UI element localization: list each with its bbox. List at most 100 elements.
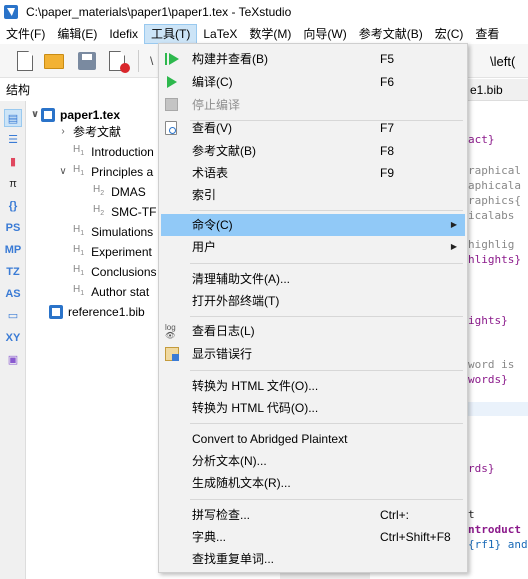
tree-item-reference1-bib[interactable]: reference1.bib	[49, 302, 145, 322]
tz-icon[interactable]: TZ	[4, 263, 22, 281]
menu-item-random-text[interactable]: 生成随机文本(R)...	[161, 472, 465, 494]
window-title: C:\paper_materials\paper1\paper1.tex - T…	[26, 5, 292, 19]
build-view-icon	[165, 52, 179, 66]
tex-file-icon	[49, 305, 63, 319]
structure-panel-title: 结构	[0, 79, 160, 101]
menu-wizards[interactable]: 向导(W)	[297, 24, 352, 44]
tree-item-references[interactable]: › 参考文献	[57, 122, 121, 142]
pi-icon[interactable]: π	[4, 175, 22, 193]
tree-item-label: Principles a	[91, 165, 154, 179]
code-line: act}	[468, 133, 495, 146]
bookmark-icon[interactable]: ▮	[4, 153, 22, 171]
menu-item-stop-compile[interactable]: 停止编译	[161, 94, 465, 116]
macro-icon[interactable]: ▣	[4, 351, 22, 369]
braces-icon[interactable]: {}	[4, 197, 22, 215]
save-button[interactable]	[76, 50, 98, 72]
menu-item-show-error-line[interactable]: 显示错误行	[161, 343, 465, 365]
view-icon	[165, 121, 179, 135]
menu-separator	[190, 370, 463, 371]
menu-bar: 文件(F) 编辑(E) Idefix 工具(T) LaTeX 数学(M) 向导(…	[0, 24, 528, 44]
menu-item-user[interactable]: 用户 ▶	[161, 236, 465, 258]
as-icon[interactable]: AS	[4, 285, 22, 303]
menu-item-view[interactable]: 查看(V) F7	[161, 117, 465, 139]
menu-item-dictionary[interactable]: 字典... Ctrl+Shift+F8	[161, 526, 465, 548]
ps-icon[interactable]: PS	[4, 219, 22, 237]
tex-file-icon	[41, 108, 55, 122]
new-file-button[interactable]	[14, 50, 36, 72]
menu-math[interactable]: 数学(M)	[243, 24, 297, 44]
menu-bibliography[interactable]: 参考文献(B)	[353, 24, 429, 44]
code-line: ntroduct	[468, 523, 521, 536]
menu-edit[interactable]: 编辑(E)	[51, 24, 103, 44]
menu-item-convert-plaintext[interactable]: Convert to Abridged Plaintext	[161, 428, 465, 450]
error-line-icon	[165, 347, 179, 361]
menu-item-find-duplicate-words[interactable]: 查找重复单词...	[161, 548, 465, 570]
tree-item-conclusions[interactable]: H1 Conclusions	[73, 262, 157, 282]
menu-separator	[190, 499, 463, 500]
menu-item-commands[interactable]: 命令(C) ▶	[161, 214, 465, 236]
menu-idefix[interactable]: Idefix	[103, 24, 144, 44]
monitor-icon[interactable]: ▭	[4, 307, 22, 325]
mp-icon[interactable]: MP	[4, 241, 22, 259]
tree-item-introduction[interactable]: H1 Introduction	[73, 142, 154, 162]
current-line-highlight	[468, 402, 528, 416]
tree-item-dmas[interactable]: H2 DMAS	[93, 182, 146, 202]
tree-item-label: DMAS	[111, 185, 146, 199]
save-disk-icon	[78, 52, 96, 70]
compile-play-icon	[165, 75, 179, 89]
menu-item-open-terminal[interactable]: 打开外部终端(T)	[161, 290, 465, 312]
menu-item-clean-aux[interactable]: 清理辅助文件(A)...	[161, 268, 465, 290]
tree-item-experiment[interactable]: H1 Experiment	[73, 242, 152, 262]
xy-icon[interactable]: XY	[4, 329, 22, 347]
menu-item-analyze-text[interactable]: 分析文本(N)...	[161, 450, 465, 472]
code-line: aphicala	[468, 179, 521, 192]
menu-item-index[interactable]: 索引	[161, 184, 465, 206]
structure-icon[interactable]: ▤	[4, 109, 22, 127]
close-file-button[interactable]	[106, 51, 130, 73]
editor-tab-reference1-bib[interactable]: e1.bib	[468, 79, 528, 101]
menu-latex[interactable]: LaTeX	[197, 24, 243, 44]
tree-item-label: Experiment	[91, 245, 152, 259]
title-bar: C:\paper_materials\paper1\paper1.tex - T…	[0, 0, 528, 24]
toolbar-fragment[interactable]: \	[150, 54, 153, 68]
open-file-button[interactable]	[44, 50, 66, 72]
menu-macros[interactable]: 宏(C)	[429, 24, 470, 44]
chevron-right-icon[interactable]: ›	[57, 122, 69, 142]
tree-item-label: SMC-TF	[111, 205, 157, 219]
structure-tree: ∨ paper1.tex › 参考文献 H1 Introduction ∨ H1…	[27, 101, 160, 579]
menu-file[interactable]: 文件(F)	[0, 24, 51, 44]
submenu-arrow-icon: ▶	[450, 220, 457, 229]
menu-item-build-and-view[interactable]: 构建并查看(B) F5	[161, 48, 465, 70]
chevron-down-icon[interactable]: ∨	[57, 162, 69, 182]
toolbar-separator	[138, 50, 139, 72]
tree-item-smc-tf[interactable]: H2 SMC-TF	[93, 202, 156, 222]
tree-item-author-statement[interactable]: H1 Author stat	[73, 282, 149, 302]
menu-item-spellcheck[interactable]: 拼写检查... Ctrl+:	[161, 504, 465, 526]
menu-item-convert-html-code[interactable]: 转换为 HTML 代码(O)...	[161, 397, 465, 419]
red-close-icon	[120, 63, 130, 73]
new-document-icon	[17, 51, 33, 71]
menu-view[interactable]: 查看	[469, 24, 505, 44]
toc-icon[interactable]: ☰	[4, 131, 22, 149]
menu-separator	[190, 263, 463, 264]
left-paren-button[interactable]: \left(	[490, 54, 515, 69]
chevron-down-icon[interactable]: ∨	[29, 105, 41, 125]
menu-item-compile[interactable]: 编译(C) F6	[161, 71, 465, 93]
menu-item-view-log[interactable]: log 👁 查看日志(L)	[161, 320, 465, 342]
tree-item-label: Simulations	[91, 225, 154, 239]
menu-item-glossary[interactable]: 术语表 F9	[161, 162, 465, 184]
menu-item-bibliography[interactable]: 参考文献(B) F8	[161, 140, 465, 162]
texstudio-app-icon	[4, 5, 18, 19]
menu-item-convert-html-file[interactable]: 转换为 HTML 文件(O)...	[161, 375, 465, 397]
tree-item-simulations[interactable]: H1 Simulations	[73, 222, 153, 242]
heading1-icon: H1	[73, 284, 85, 297]
code-line: t	[468, 508, 475, 521]
menu-tools[interactable]: 工具(T)	[144, 24, 198, 44]
tree-item-principles[interactable]: ∨ H1 Principles a	[57, 162, 153, 182]
code-line: rds}	[468, 462, 495, 475]
code-line: words}	[468, 373, 508, 386]
side-panel-bar: ▤ ☰ ▮ π {} PS MP TZ AS ▭ XY ▣	[0, 101, 26, 579]
code-line: {rf1} and	[468, 538, 528, 551]
code-line: word is	[468, 358, 515, 371]
code-line: highlig	[468, 238, 515, 251]
